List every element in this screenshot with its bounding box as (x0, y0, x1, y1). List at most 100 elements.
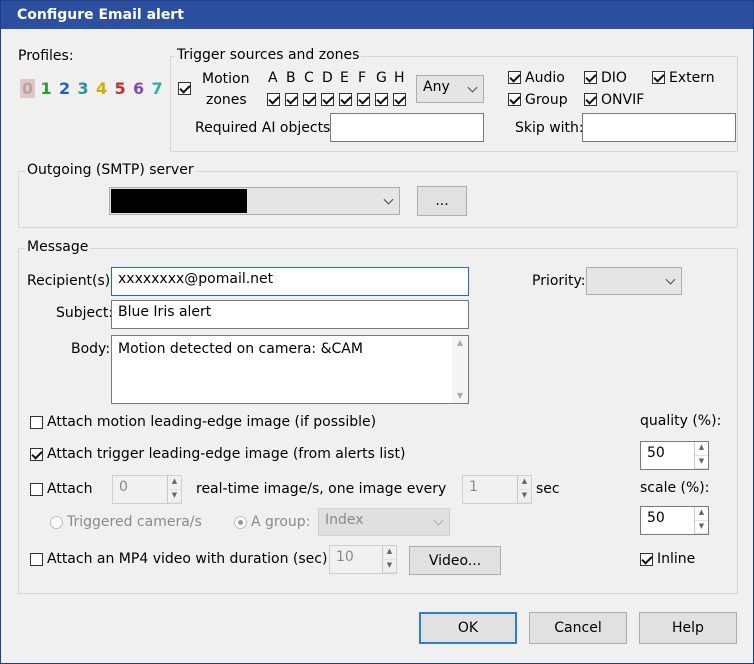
zone-h-label: H (394, 70, 405, 86)
zone-mode-select[interactable]: Any (416, 75, 484, 103)
spin-down-icon[interactable]: ▼ (695, 456, 708, 469)
zone-c-checkbox[interactable] (303, 93, 316, 106)
zone-b-checkbox[interactable] (285, 93, 298, 106)
zone-f-checkbox[interactable] (357, 93, 370, 106)
profile-1-button[interactable]: 1 (41, 79, 52, 98)
onvif-checkbox[interactable] (584, 93, 597, 106)
spin-up-icon[interactable]: ▲ (168, 476, 181, 490)
help-button[interactable]: Help (639, 612, 737, 644)
zone-a-label: A (268, 70, 278, 86)
zone-h-checkbox[interactable] (393, 93, 406, 106)
onvif-label: ONVIF (601, 92, 645, 108)
smtp-browse-button[interactable]: ... (417, 186, 467, 216)
attach-count-input[interactable]: 0 ▲ ▼ (112, 475, 182, 504)
cancel-button[interactable]: Cancel (529, 612, 627, 644)
spin-down-icon[interactable]: ▼ (383, 560, 396, 573)
quality-input[interactable]: 50 ▲ ▼ (640, 441, 709, 470)
quality-value: 50 (647, 445, 665, 461)
every-sec-input[interactable]: 1 ▲ ▼ (462, 475, 532, 504)
attach-motion-checkbox[interactable] (30, 416, 43, 429)
quality-spinner[interactable]: ▲ ▼ (694, 442, 708, 469)
zone-e-checkbox[interactable] (339, 93, 352, 106)
attach-motion-label: Attach motion leading-edge image (if pos… (47, 414, 377, 430)
extern-checkbox[interactable] (652, 71, 665, 84)
group-select-value: Index (325, 512, 364, 528)
mp4-duration-spinner[interactable]: ▲ ▼ (382, 546, 396, 573)
attach-trigger-checkbox[interactable] (30, 448, 43, 461)
trigger-group-label: Trigger sources and zones (175, 47, 362, 63)
attach-realtime-checkbox[interactable] (30, 483, 43, 496)
profile-3-button[interactable]: 3 (78, 79, 89, 98)
zone-e-label: E (340, 70, 349, 86)
spin-up-icon[interactable]: ▲ (695, 442, 708, 456)
zone-f-label: F (358, 70, 367, 86)
profile-2-button[interactable]: 2 (59, 79, 70, 98)
every-sec-spinner[interactable]: ▲ ▼ (517, 476, 531, 503)
spin-down-icon[interactable]: ▼ (695, 521, 708, 534)
zones-label: zones (206, 92, 247, 108)
spin-up-icon[interactable]: ▲ (695, 507, 708, 521)
group-label: Group (525, 92, 568, 108)
spin-up-icon[interactable]: ▲ (518, 476, 531, 490)
zone-d-label: D (322, 70, 333, 86)
a-group-label: A group: (251, 514, 311, 530)
priority-label: Priority: (532, 273, 586, 289)
profile-7-button[interactable]: 7 (152, 79, 163, 98)
spin-down-icon[interactable]: ▼ (168, 490, 181, 503)
attach-trigger-label: Attach trigger leading-edge image (from … (47, 446, 406, 462)
inline-checkbox[interactable] (640, 553, 653, 566)
redacted-server-name (111, 189, 247, 213)
a-group-radio[interactable] (234, 516, 247, 529)
dio-checkbox[interactable] (584, 71, 597, 84)
sec-label: sec (536, 481, 560, 497)
attach-mp4-label: Attach an MP4 video with duration (sec): (47, 551, 333, 567)
profile-6-button[interactable]: 6 (133, 79, 144, 98)
smtp-group-label: Outgoing (SMTP) server (25, 162, 196, 178)
profile-0-button[interactable]: 0 (20, 79, 36, 98)
triggered-camera-label: Triggered camera/s (67, 514, 202, 530)
motion-label: Motion (202, 71, 250, 87)
profile-5-button[interactable]: 5 (115, 79, 126, 98)
subject-input[interactable]: Blue Iris alert (111, 300, 469, 329)
chevron-down-icon (433, 515, 444, 526)
extern-label: Extern (669, 70, 715, 86)
scroll-up-icon[interactable]: ▲ (452, 336, 468, 350)
group-select[interactable]: Index (318, 508, 450, 536)
zone-a-checkbox[interactable] (267, 93, 280, 106)
attach-count-spinner[interactable]: ▲ ▼ (167, 476, 181, 503)
zone-mode-value: Any (423, 79, 450, 95)
body-text: Motion detected on camera: &CAM (118, 341, 363, 357)
zone-d-checkbox[interactable] (321, 93, 334, 106)
every-sec-value: 1 (469, 479, 478, 495)
audio-checkbox[interactable] (508, 71, 521, 84)
spin-up-icon[interactable]: ▲ (383, 546, 396, 560)
chevron-down-icon (383, 194, 394, 205)
chevron-down-icon (665, 274, 676, 285)
recipient-input[interactable]: xxxxxxxx@pomail.net (111, 267, 469, 296)
attach-mp4-checkbox[interactable] (30, 553, 43, 566)
group-checkbox[interactable] (508, 93, 521, 106)
scale-spinner[interactable]: ▲ ▼ (694, 507, 708, 534)
attach-label: Attach (47, 481, 93, 497)
zone-g-checkbox[interactable] (375, 93, 388, 106)
skip-with-input[interactable] (582, 113, 736, 142)
video-button[interactable]: Video... (409, 546, 501, 575)
zone-c-label: C (304, 70, 314, 86)
required-ai-input[interactable] (330, 113, 484, 142)
smtp-server-select[interactable] (109, 187, 400, 215)
scroll-down-icon[interactable]: ▼ (452, 389, 468, 403)
body-scrollbar[interactable]: ▲ ▼ (452, 336, 468, 403)
priority-select[interactable] (586, 267, 682, 295)
body-label: Body: (71, 341, 111, 357)
zone-g-label: G (376, 70, 387, 86)
body-textarea[interactable]: Motion detected on camera: &CAM ▲ ▼ (111, 335, 469, 404)
mp4-duration-value: 10 (336, 549, 354, 565)
ok-button[interactable]: OK (419, 612, 517, 644)
triggered-camera-radio[interactable] (50, 516, 63, 529)
scale-input[interactable]: 50 ▲ ▼ (640, 506, 709, 535)
spin-down-icon[interactable]: ▼ (518, 490, 531, 503)
profile-4-button[interactable]: 4 (96, 79, 107, 98)
audio-label: Audio (525, 70, 565, 86)
mp4-duration-input[interactable]: 10 ▲ ▼ (329, 545, 397, 574)
motion-zones-checkbox[interactable] (178, 82, 191, 95)
